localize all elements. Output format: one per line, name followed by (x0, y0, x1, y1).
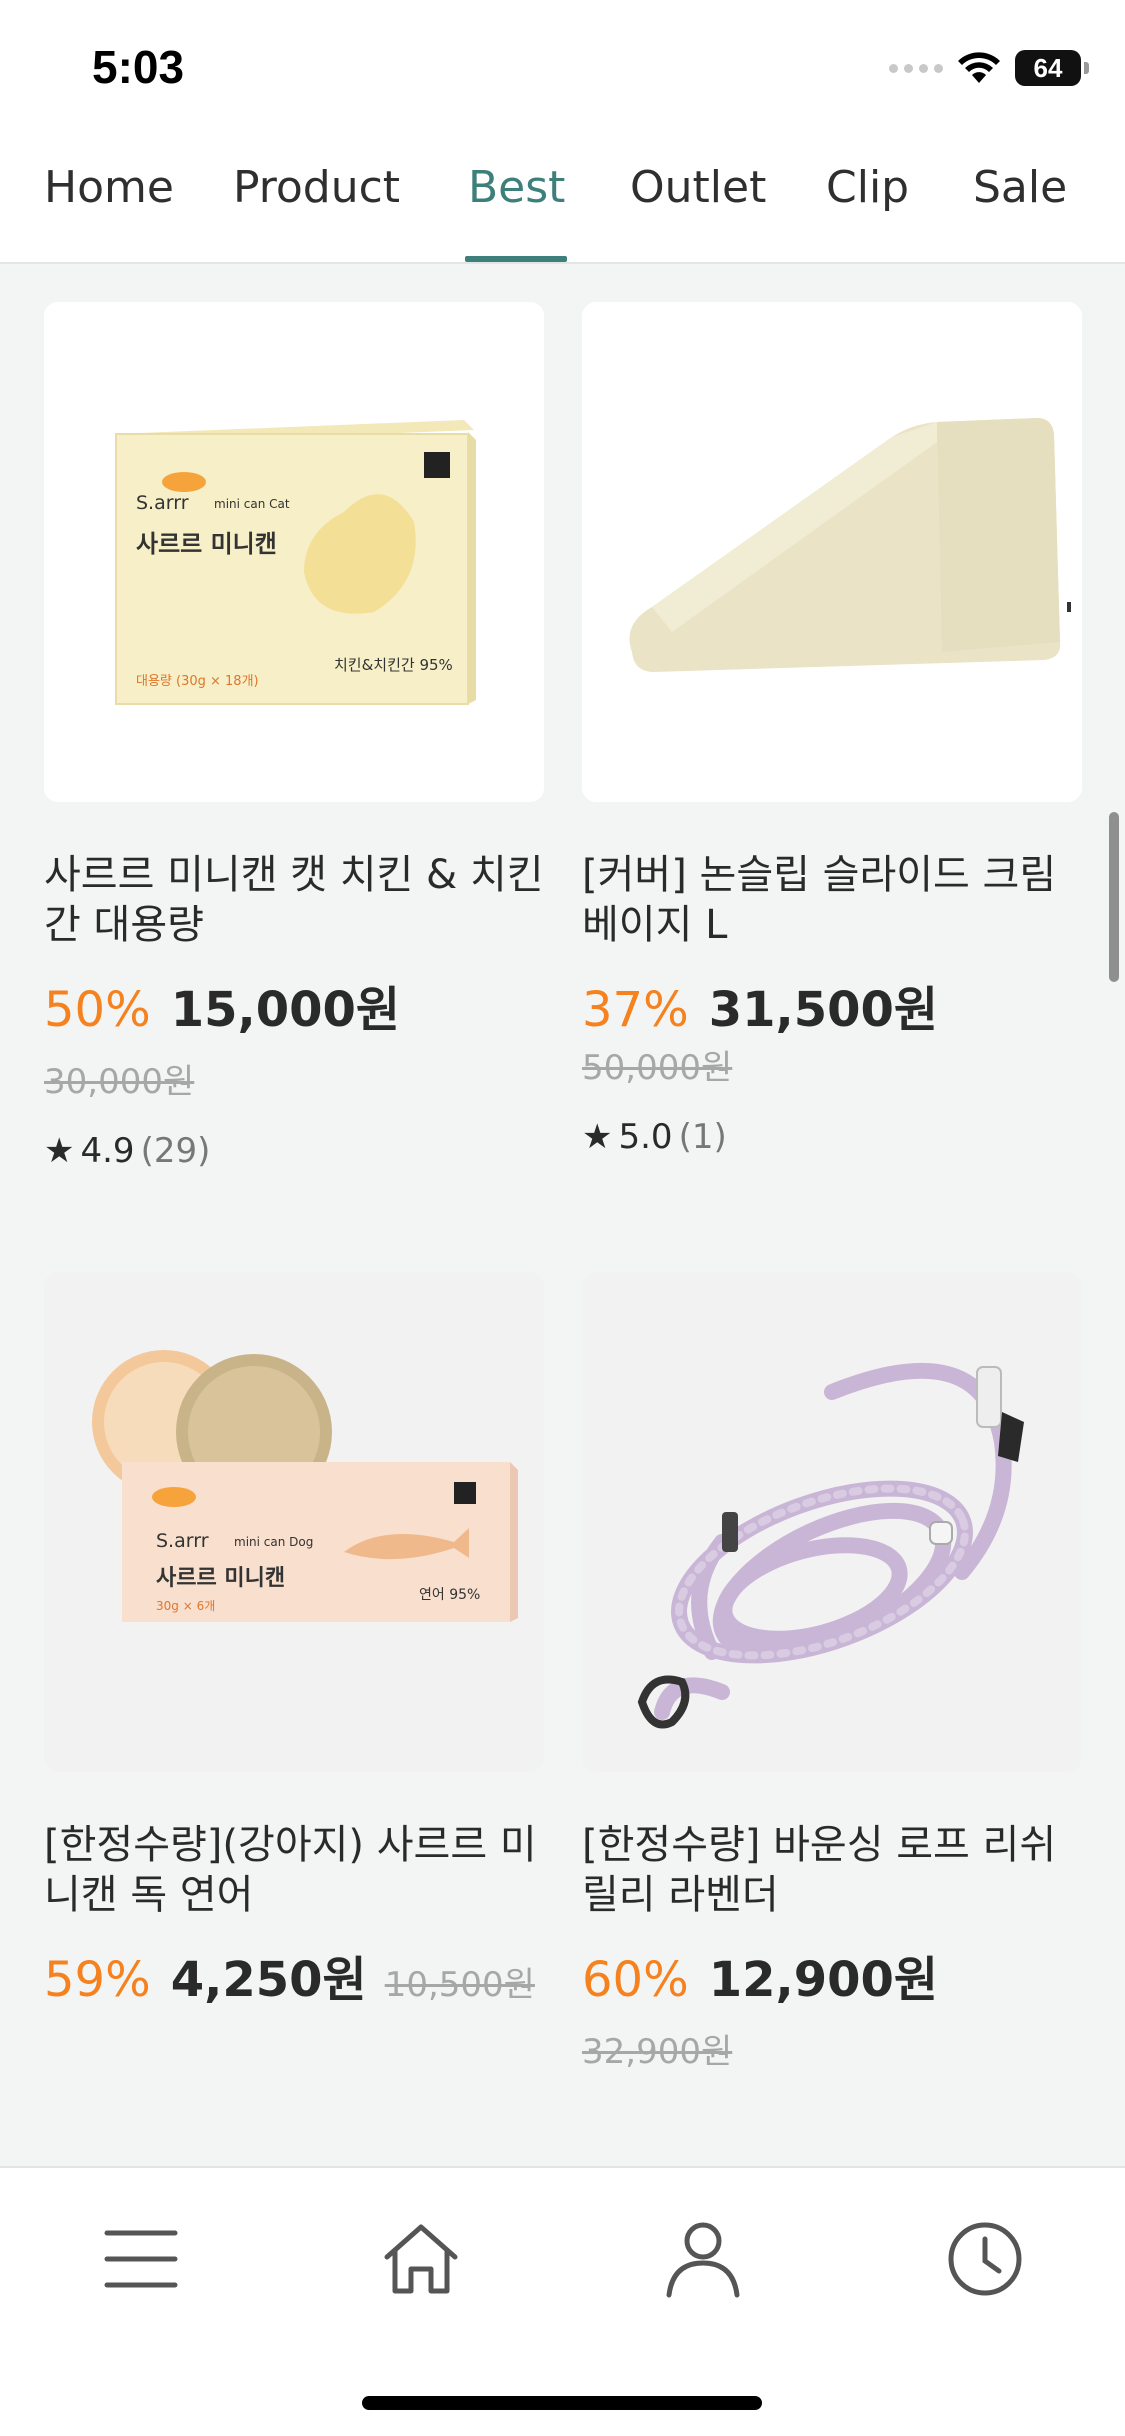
tab-sale[interactable]: Sale (973, 162, 1067, 213)
price-row: 60% 12,900원 (582, 1940, 1082, 2010)
menu-icon (104, 2230, 178, 2288)
battery-icon: 64 (1015, 50, 1089, 86)
rating-value: 4.9 (80, 1131, 135, 1171)
box-flavor: 연어 95% (419, 1587, 481, 1603)
product-card[interactable]: [커버] 논슬립 슬라이드 크림 베이지 L 37% 31,500원 50,00… (582, 302, 1082, 1157)
tab-clip[interactable]: Clip (826, 162, 909, 213)
home-button[interactable] (376, 2214, 466, 2304)
signal-icon (889, 63, 943, 73)
price-row: 59% 4,250원 10,500원 (44, 1940, 544, 2010)
rating-row: ★ 5.0 (1) (582, 1117, 1082, 1157)
discount-rate: 50% (44, 982, 151, 1038)
original-price: 30,000원 (44, 1062, 195, 1102)
sale-price: 31,500원 (708, 982, 939, 1038)
original-price: 50,000원 (582, 1048, 733, 1088)
rope-leash-image[interactable] (582, 1272, 1082, 1772)
price-row: 37% 31,500원 50,000원 (582, 970, 1082, 1089)
box-flavor: 치킨&치킨간 95% (334, 656, 453, 674)
product-card[interactable]: S.arrr mini can Cat 사르르 미니캔 치킨&치킨간 95% 대… (44, 302, 544, 1171)
product-title[interactable]: 사르르 미니캔 캣 치킨 & 치킨간 대용량 (44, 850, 544, 950)
rating-value: 5.0 (618, 1117, 673, 1157)
box-name: 사르르 미니캔 (156, 1566, 286, 1591)
status-time: 5:03 (92, 41, 185, 93)
product-title[interactable]: [커버] 논슬립 슬라이드 크림 베이지 L (582, 850, 1082, 950)
dog-food-box-image[interactable]: S.arrr mini can Dog 사르르 미니캔 연어 95% 30g ×… (44, 1272, 544, 1772)
home-indicator (362, 2396, 762, 2410)
review-count: (29) (140, 1131, 211, 1171)
box-brand: S.arrr (136, 492, 189, 514)
star-icon: ★ (582, 1117, 613, 1157)
sale-price: 15,000원 (170, 982, 401, 1038)
recent-button[interactable] (940, 2214, 1030, 2304)
box-size: 대용량 (30g × 18개) (136, 674, 259, 689)
product-card[interactable]: S.arrr mini can Dog 사르르 미니캔 연어 95% 30g ×… (44, 1272, 544, 2010)
tab-product[interactable]: Product (233, 162, 400, 213)
pet-ramp-image[interactable] (582, 302, 1082, 802)
price-row: 50% 15,000원 (44, 970, 544, 1040)
original-price: 10,500원 (384, 1965, 535, 2005)
status-bar: 5:03 64 (0, 0, 1125, 130)
clock-icon (948, 2222, 1022, 2296)
discount-rate: 59% (44, 1952, 151, 2008)
review-count: (1) (678, 1117, 727, 1157)
star-icon: ★ (44, 1131, 75, 1171)
cat-food-box-image[interactable]: S.arrr mini can Cat 사르르 미니캔 치킨&치킨간 95% 대… (44, 302, 544, 802)
box-sub: mini can Cat (214, 497, 290, 511)
original-price: 32,900원 (582, 2032, 733, 2072)
product-card[interactable]: [한정수량] 바운싱 로프 리쉬 릴리 라벤더 60% 12,900원 32,9… (582, 1272, 1082, 2073)
product-title[interactable]: [한정수량] 바운싱 로프 리쉬 릴리 라벤더 (582, 1820, 1082, 1920)
sale-price: 12,900원 (708, 1952, 939, 2008)
user-icon (666, 2222, 740, 2298)
discount-rate: 60% (582, 1952, 689, 2008)
home-icon (384, 2224, 458, 2294)
box-name: 사르르 미니캔 (136, 530, 277, 558)
tab-home[interactable]: Home (44, 162, 174, 213)
category-tab-bar: Home Product Best Outlet Clip Sale (0, 130, 1125, 264)
tab-best[interactable]: Best (468, 162, 565, 213)
my-page-button[interactable] (658, 2214, 748, 2304)
menu-button[interactable] (96, 2214, 186, 2304)
scrollbar[interactable] (1109, 812, 1119, 982)
active-tab-indicator (465, 256, 567, 262)
box-brand: S.arrr (156, 1530, 209, 1552)
tab-outlet[interactable]: Outlet (630, 162, 766, 213)
status-indicators: 64 (889, 50, 1089, 86)
rating-row: ★ 4.9 (29) (44, 1131, 544, 1171)
sale-price: 4,250원 (170, 1952, 367, 2008)
box-sub: mini can Dog (234, 1535, 314, 1549)
wifi-icon (958, 52, 1000, 83)
box-size: 30g × 6개 (156, 1599, 216, 1613)
discount-rate: 37% (582, 982, 689, 1038)
product-title[interactable]: [한정수량](강아지) 사르르 미니캔 독 연어 (44, 1820, 544, 1920)
